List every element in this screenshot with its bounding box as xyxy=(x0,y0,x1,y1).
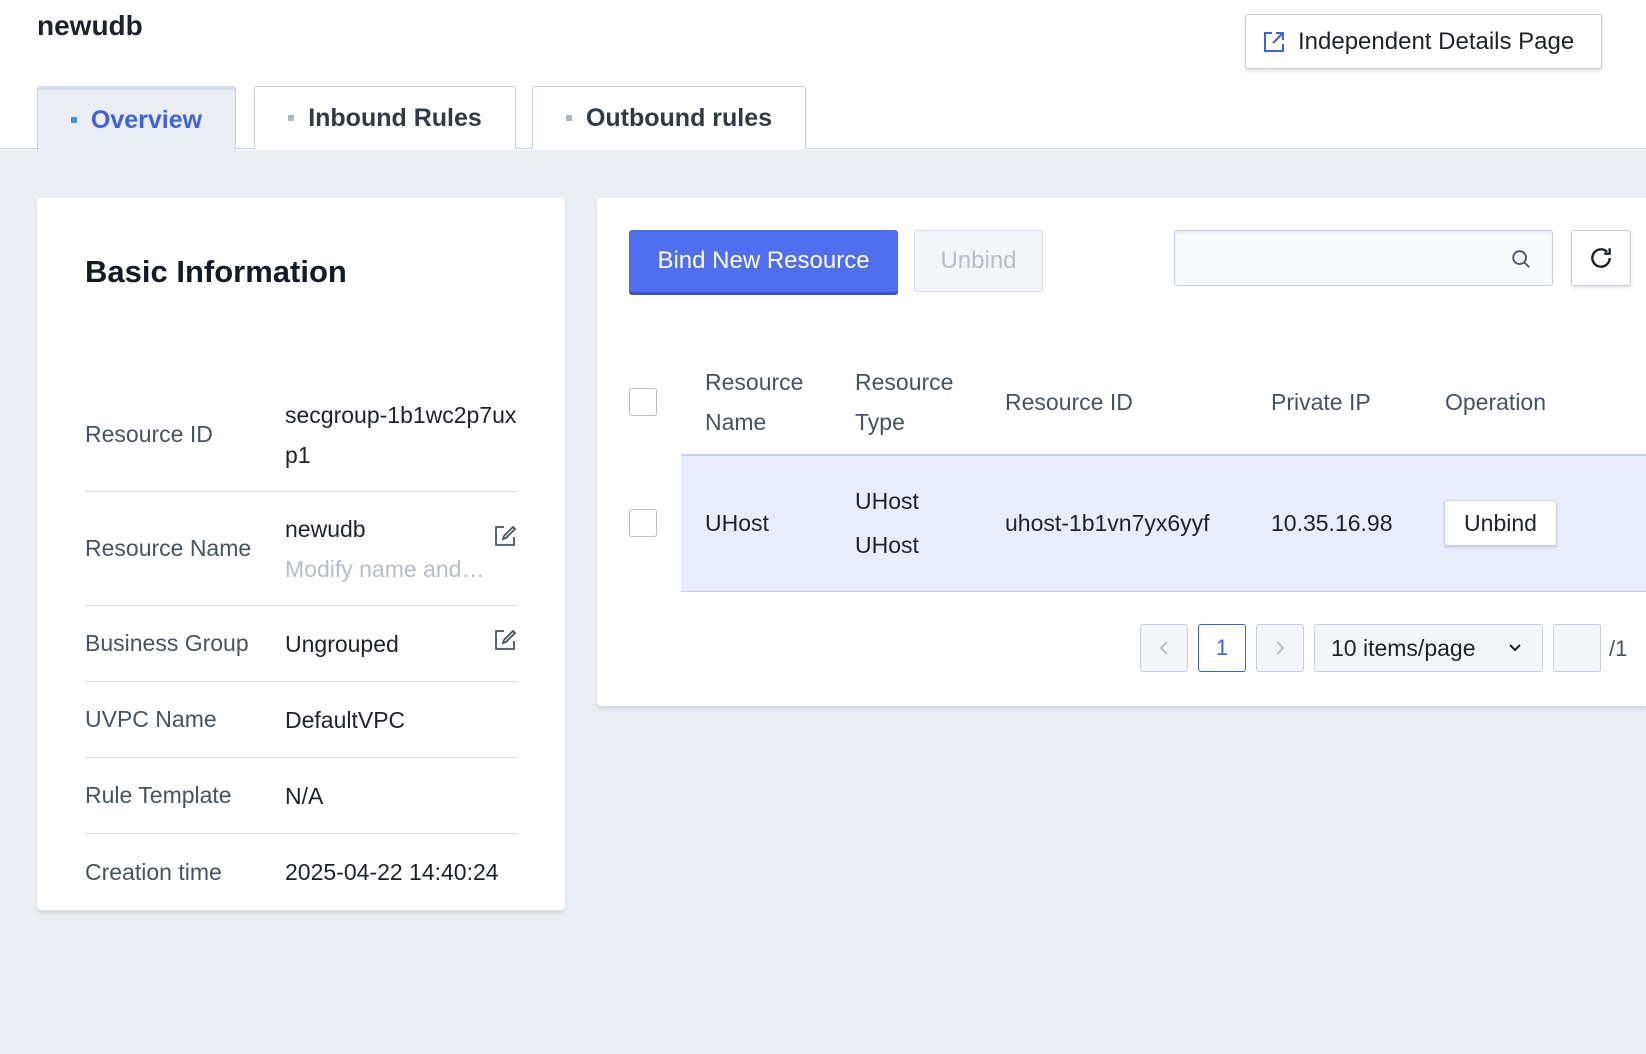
column-header-resource-type: Resource Type xyxy=(855,369,954,435)
info-list: Resource ID secgroup-1b1wc2p7uxp1 Resour… xyxy=(85,378,517,910)
info-row-creation-time: Creation time 2025-04-22 14:40:24 xyxy=(85,834,517,910)
column-header-resource-name: Resource Name xyxy=(705,369,804,435)
row-checkbox[interactable] xyxy=(629,509,657,537)
cell-resource-subtype: UHost xyxy=(855,532,919,558)
edit-icon[interactable] xyxy=(493,628,517,652)
resource-name-value: newudb xyxy=(285,515,366,542)
external-link-icon xyxy=(1264,31,1284,52)
table-header: Resource Name Resource Type Resource ID … xyxy=(597,350,1646,454)
tab-label: Inbound Rules xyxy=(308,103,482,132)
row-unbind-button[interactable]: Unbind xyxy=(1444,500,1557,546)
bind-new-resource-button[interactable]: Bind New Resource xyxy=(629,230,898,292)
search-icon[interactable] xyxy=(1510,248,1532,270)
tab-label: Overview xyxy=(90,105,203,134)
info-row-resource-name: Resource Name newudb Modify name and rem… xyxy=(85,492,517,606)
page-size-select[interactable]: 10 items/page xyxy=(1314,624,1543,672)
tab-dot-icon xyxy=(288,115,295,121)
business-group-value: Ungrouped xyxy=(285,630,399,657)
resource-remark-placeholder: Modify name and remark xyxy=(285,555,485,582)
tab-overview[interactable]: Overview xyxy=(37,86,236,150)
tab-dot-icon xyxy=(70,117,77,123)
prev-page-button[interactable] xyxy=(1140,624,1188,672)
tab-inbound-rules[interactable]: Inbound Rules xyxy=(254,86,516,149)
refresh-icon xyxy=(1591,248,1611,268)
info-row-business-group: Business Group Ungrouped xyxy=(85,606,517,682)
details-button-label: Independent Details Page xyxy=(1298,27,1575,55)
basic-information-title: Basic Information xyxy=(85,254,347,289)
tab-dot-icon xyxy=(565,115,572,121)
basic-information-card: Basic Information Resource ID secgroup-1… xyxy=(37,198,565,910)
info-row-uvpc-name: UVPC Name DefaultVPC xyxy=(85,682,517,758)
info-label: Creation time xyxy=(85,858,222,885)
next-page-button[interactable] xyxy=(1256,624,1304,672)
bound-resources-card: Bind New Resource Unbind Resource Name R… xyxy=(597,198,1646,706)
uvpc-name-value: DefaultVPC xyxy=(285,706,406,733)
rule-template-value: N/A xyxy=(285,782,324,809)
cell-resource-id: uhost-1b1vn7yx6yyf xyxy=(1005,510,1210,536)
edit-icon[interactable] xyxy=(493,524,517,548)
column-header-operation: Operation xyxy=(1445,389,1547,415)
search-box xyxy=(1174,230,1553,286)
chevron-down-icon xyxy=(1509,644,1521,652)
info-label: Resource Name xyxy=(85,535,252,561)
info-label: Business Group xyxy=(85,630,249,656)
tab-label: Outbound rules xyxy=(585,103,773,132)
table-row[interactable]: UHost UHost UHost uhost-1b1vn7yx6yyf 10.… xyxy=(681,454,1646,592)
column-header-resource-id: Resource ID xyxy=(1005,389,1133,415)
tab-outbound-rules[interactable]: Outbound rules xyxy=(532,86,806,149)
cell-private-ip: 10.35.16.98 xyxy=(1271,510,1393,536)
page-title: newudb xyxy=(37,10,143,41)
unbind-button: Unbind xyxy=(914,230,1043,292)
independent-details-page-button[interactable]: Independent Details Page xyxy=(1245,14,1602,69)
chevron-right-icon xyxy=(1276,641,1285,655)
page-1-button[interactable]: 1 xyxy=(1198,624,1246,672)
info-label: Rule Template xyxy=(85,782,232,808)
page-size-label: 10 items/page xyxy=(1331,634,1476,661)
main-content: Basic Information Resource ID secgroup-1… xyxy=(0,150,1646,1054)
search-input[interactable] xyxy=(1175,231,1505,285)
total-pages: /1 xyxy=(1609,636,1628,661)
cell-resource-type: UHost xyxy=(855,488,919,514)
info-row-rule-template: Rule Template N/A xyxy=(85,758,517,834)
column-header-private-ip: Private IP xyxy=(1271,389,1371,415)
cell-resource-name: UHost xyxy=(705,510,769,536)
resource-id-value: secgroup-1b1wc2p7uxp1 xyxy=(285,401,517,468)
refresh-button[interactable] xyxy=(1571,230,1631,286)
page-jump-input[interactable] xyxy=(1553,624,1601,672)
select-all-checkbox[interactable] xyxy=(629,388,657,416)
creation-time-value: 2025-04-22 14:40:24 xyxy=(285,859,499,885)
chevron-left-icon xyxy=(1159,641,1168,655)
page-header: newudb Independent Details Page Overview… xyxy=(0,0,1646,150)
info-row-resource-id: Resource ID secgroup-1b1wc2p7uxp1 xyxy=(85,378,517,492)
info-label: Resource ID xyxy=(85,421,213,447)
info-label: UVPC Name xyxy=(85,706,217,732)
